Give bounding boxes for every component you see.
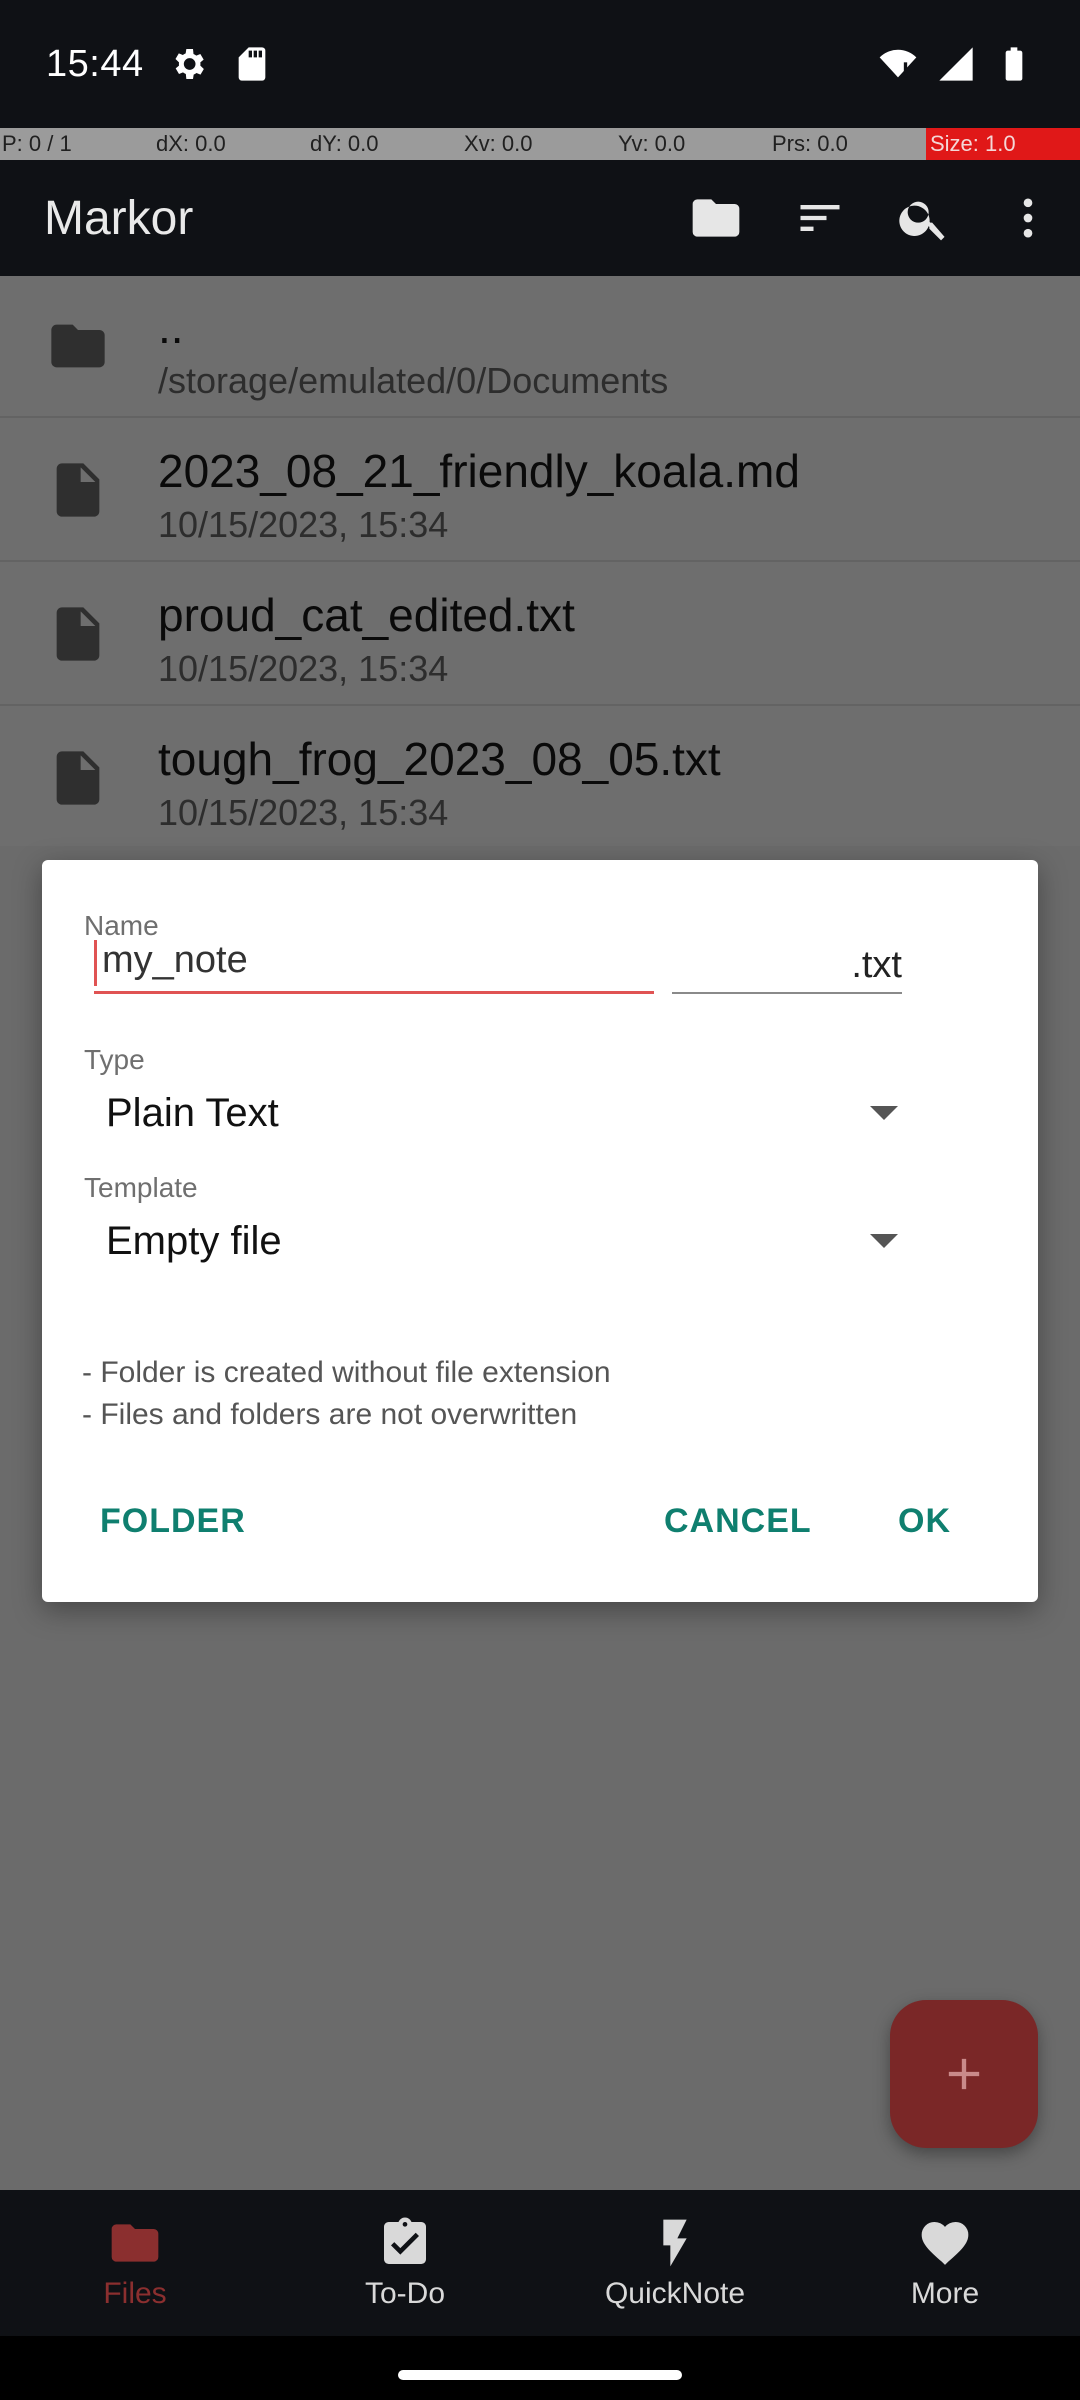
gesture-navigation-area [0,2336,1080,2400]
file-date: 10/15/2023, 15:34 [158,792,449,833]
list-item-parent-folder[interactable]: .. /storage/emulated/0/Documents [0,276,1080,418]
app-title: Markor [44,191,194,245]
nav-item-more[interactable]: More [810,2190,1080,2336]
add-fab-button[interactable] [890,2000,1038,2148]
pointer-dy: dY: 0.0 [310,131,379,156]
app-bar: Markor [0,160,1080,276]
pointer-location-overlay: P: 0 / 1 dX: 0.0 dY: 0.0 Xv: 0.0 Yv: 0.0… [0,128,1080,160]
ok-button[interactable]: OK [898,1502,951,1541]
search-button[interactable] [872,160,976,276]
dialog-hints: - Folder is created without file extensi… [82,1352,982,1436]
gesture-handle[interactable] [398,2370,682,2380]
list-item-file[interactable]: 2023_08_21_friendly_koala.md 10/15/2023,… [0,420,1080,562]
file-date: 10/15/2023, 15:34 [158,648,449,689]
nav-label: To-Do [364,2277,446,2310]
file-name: proud_cat_edited.txt [158,589,575,641]
search-icon [899,201,945,241]
file-name: 2023_08_21_friendly_koala.md [158,445,800,497]
pointer-dx: dX: 0.0 [156,131,226,156]
list-item-file[interactable]: tough_frog_2023_08_05.txt 10/15/2023, 15… [0,708,1080,850]
status-bar: 15:44 [0,0,1080,128]
heart-icon [921,2221,969,2265]
sort-button[interactable] [768,160,872,276]
pointer-xv: Xv: 0.0 [464,131,533,156]
settings-icon [175,49,204,79]
hint-folder-extension: - Folder is created without file extensi… [82,1356,611,1389]
clipboard-check-icon [384,2217,426,2264]
sd-card-icon [238,47,265,81]
more-vert-icon [1023,198,1033,238]
nav-item-todo[interactable]: To-Do [270,2190,540,2336]
nav-item-files[interactable]: Files [0,2190,270,2336]
plus-icon [948,2058,980,2090]
nav-label: More [910,2277,980,2310]
name-input[interactable] [94,930,654,994]
list-item-file[interactable]: proud_cat_edited.txt 10/15/2023, 15:34 [0,564,1080,706]
nav-label: Files [103,2277,167,2310]
file-date: 10/15/2023, 15:34 [158,504,449,545]
file-name: tough_frog_2023_08_05.txt [158,733,721,785]
pointer-yv: Yv: 0.0 [618,131,686,156]
folder-icon [692,199,740,237]
type-selected-value: Plain Text [106,1090,279,1135]
text-caret [94,940,97,986]
bottom-navigation: Files To-Do QuickNote More [0,2190,1080,2336]
hint-no-overwrite: - Files and folders are not overwritten [82,1398,578,1431]
type-dropdown[interactable]: Plain Text [84,1068,944,1158]
new-file-dialog: Name .txt Type Plain Text Template Empty… [42,860,1038,1602]
file-icon [56,463,100,517]
file-name: .. [158,301,184,353]
file-icon [56,751,100,805]
folder-icon [51,324,105,368]
dropdown-arrow-icon [870,1234,898,1248]
status-time: 15:44 [46,42,144,85]
file-list: .. /storage/emulated/0/Documents 2023_08… [0,276,1080,850]
battery-icon [1005,47,1023,81]
nav-item-quicknote[interactable]: QuickNote [540,2190,810,2336]
more-options-button[interactable] [976,160,1080,276]
pointer-count: P: 0 / 1 [2,131,72,156]
file-path: /storage/emulated/0/Documents [158,360,669,401]
cancel-button[interactable]: CANCEL [664,1502,812,1541]
folder-button[interactable] [664,160,768,276]
signal-icon [939,47,973,81]
wifi-icon [879,49,917,78]
pointer-size: Size: 1.0 [926,128,1080,160]
template-selected-value: Empty file [106,1218,282,1263]
pointer-pressure: Prs: 0.0 [772,131,848,156]
file-icon [56,607,100,661]
template-dropdown[interactable]: Empty file [84,1196,944,1286]
folder-icon [111,2224,159,2262]
extension-field[interactable]: .txt [672,930,902,994]
bolt-icon [663,2219,687,2267]
nav-label: QuickNote [604,2277,746,2310]
sort-icon [800,205,840,231]
folder-button[interactable]: FOLDER [100,1502,246,1541]
dropdown-arrow-icon [870,1106,898,1120]
